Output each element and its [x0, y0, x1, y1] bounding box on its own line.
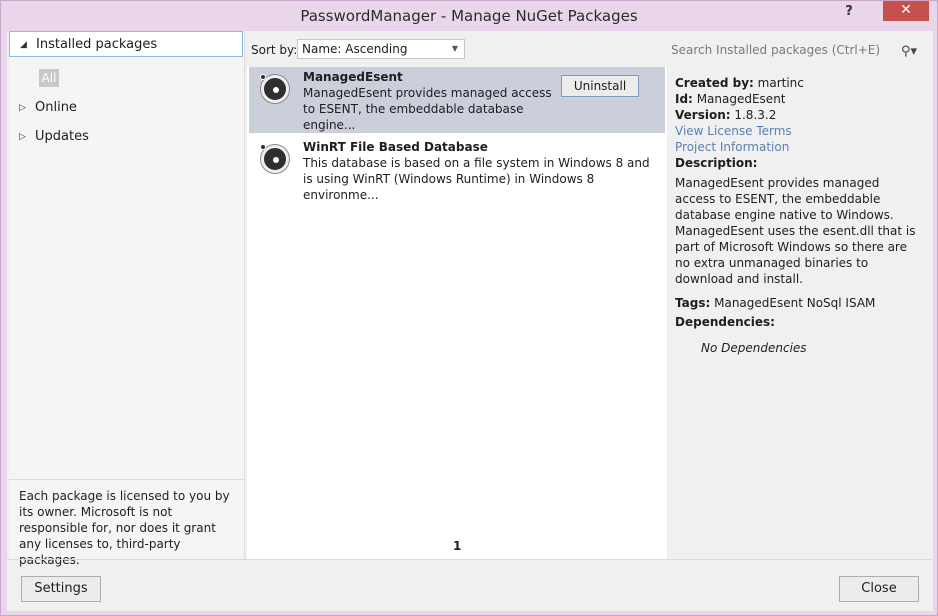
- package-description: This database is based on a file system …: [303, 156, 650, 202]
- package-details: Created by: martinc Id: ManagedEsent Ver…: [667, 67, 929, 559]
- sidebar-item-label: Updates: [35, 129, 89, 144]
- dialog-client-area: ◢ Installed packages All ▷ Online ▷ Upda…: [7, 31, 933, 611]
- tags-value: ManagedEsent NoSql ISAM: [714, 296, 876, 310]
- sort-dropdown-value: Name: Ascending: [302, 42, 408, 56]
- tags-label: Tags:: [675, 296, 711, 310]
- sidebar-item-updates[interactable]: ▷ Updates: [9, 124, 243, 150]
- package-list-item[interactable]: WinRT File Based Database This database …: [249, 137, 665, 203]
- uninstall-button[interactable]: Uninstall: [561, 75, 639, 97]
- sidebar-item-online[interactable]: ▷ Online: [9, 95, 243, 121]
- help-icon[interactable]: ?: [839, 3, 859, 23]
- expanded-arrow-icon: ◢: [20, 40, 27, 50]
- window-title: PasswordManager - Manage NuGet Packages: [300, 7, 638, 25]
- search-placeholder: Search Installed packages (Ctrl+E): [671, 43, 881, 57]
- created-by-label: Created by:: [675, 76, 754, 90]
- page-number[interactable]: 1: [453, 539, 461, 553]
- description-text: ManagedEsent provides managed access to …: [675, 176, 916, 286]
- id-value: ManagedEsent: [696, 92, 786, 106]
- sort-dropdown[interactable]: Name: Ascending ▼: [297, 39, 465, 59]
- close-button[interactable]: Close: [839, 576, 919, 602]
- id-label: Id:: [675, 92, 693, 106]
- sidebar-item-label: Online: [35, 100, 77, 115]
- settings-button[interactable]: Settings: [21, 576, 101, 602]
- package-icon: [260, 144, 289, 173]
- sidebar: ◢ Installed packages All ▷ Online ▷ Upda…: [9, 31, 245, 567]
- dependencies-value: No Dependencies: [701, 341, 807, 355]
- version-value: 1.8.3.2: [734, 108, 777, 122]
- filter-all-chip[interactable]: All: [39, 69, 59, 87]
- package-description: ManagedEsent provides managed access to …: [303, 86, 552, 132]
- collapsed-arrow-icon: ▷: [19, 103, 26, 113]
- created-by-value: martinc: [757, 76, 804, 90]
- sidebar-item-label: Installed packages: [36, 37, 158, 52]
- license-note: Each package is licensed to you by its o…: [9, 479, 245, 567]
- search-input[interactable]: Search Installed packages (Ctrl+E) ⚲▾: [667, 39, 929, 61]
- window-close-button[interactable]: ✕: [883, 1, 929, 21]
- license-terms-link[interactable]: View License Terms: [675, 123, 921, 139]
- sort-label: Sort by:: [251, 43, 298, 57]
- sidebar-item-installed-packages[interactable]: ◢ Installed packages: [9, 31, 243, 57]
- dependencies-label: Dependencies:: [675, 315, 775, 329]
- nuget-dialog: PasswordManager - Manage NuGet Packages …: [0, 0, 938, 616]
- search-icon[interactable]: ⚲▾: [901, 41, 917, 59]
- package-list-item[interactable]: ManagedEsent ManagedEsent provides manag…: [249, 67, 665, 133]
- description-label: Description:: [675, 156, 758, 170]
- package-list: ManagedEsent ManagedEsent provides manag…: [247, 67, 667, 559]
- collapsed-arrow-icon: ▷: [19, 132, 26, 142]
- project-information-link[interactable]: Project Information: [675, 139, 921, 155]
- package-icon: [260, 74, 289, 103]
- chevron-down-icon: ▼: [451, 44, 458, 53]
- dialog-footer: Settings Close: [7, 559, 933, 611]
- package-name: WinRT File Based Database: [303, 140, 488, 154]
- version-label: Version:: [675, 108, 731, 122]
